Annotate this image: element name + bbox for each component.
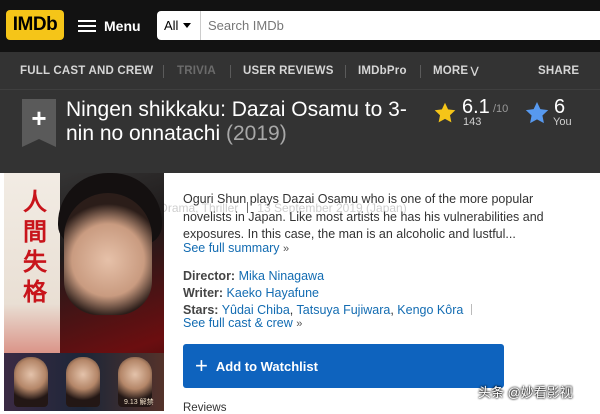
subnav-divider [420, 65, 421, 78]
watermark-text: 头条 @妙看影视 [478, 385, 573, 400]
subnav-divider [345, 65, 346, 78]
stars-row: Stars: Yûdai Chiba, Tatsuya Fujiwara, Ke… [183, 303, 476, 317]
imdb-rating-scale: /10 [493, 103, 509, 115]
stars-divider [470, 304, 472, 315]
director-label: Director: [183, 269, 236, 283]
your-rating-label: You [553, 116, 572, 128]
search-category-select[interactable]: All [157, 11, 201, 40]
director-link[interactable]: Mika Ninagawa [239, 269, 324, 283]
add-to-list-ribbon[interactable]: + [22, 99, 56, 147]
caret-down-icon [183, 23, 192, 28]
subnav-more-label: MORE [433, 65, 469, 77]
chevron-right-icon: » [296, 318, 303, 330]
menu-label: Menu [104, 18, 141, 34]
subnav-divider [230, 65, 231, 78]
add-to-watchlist-button[interactable]: + Add to Watchlist [183, 344, 504, 388]
subnav-trivia-link[interactable]: TRIVIA [177, 65, 216, 77]
imdb-logo[interactable]: IMDb [6, 10, 64, 40]
poster-cast-portrait [14, 357, 48, 407]
search-category-label: All [164, 18, 179, 33]
search-bar: All [157, 11, 600, 40]
director-row: Director: Mika Ninagawa [183, 269, 324, 283]
search-input[interactable] [201, 11, 600, 40]
subnav-share-link[interactable]: SHARE [538, 65, 579, 77]
writer-label: Writer: [183, 286, 224, 300]
plot-summary: Oguri Shun plays Dazai Osamu who is one … [183, 192, 544, 241]
title-header: FULL CAST AND CREW TRIVIA USER REVIEWS I… [0, 52, 600, 215]
plus-ribbon-icon: + [31, 103, 47, 133]
subnav-imdbpro-link[interactable]: IMDbPro [358, 65, 407, 77]
subnav-divider [163, 65, 164, 78]
poster-cast-portrait [66, 357, 100, 407]
reviews-heading[interactable]: Reviews [183, 402, 226, 414]
subnav-user-reviews-link[interactable]: USER REVIEWS [243, 65, 334, 77]
see-full-summary: See full summary » [183, 241, 289, 255]
page-title: Ningen shikkaku: Dazai Osamu to 3-nin no… [66, 98, 426, 146]
subnav-more-link[interactable]: MORE ⋁ [433, 65, 479, 77]
star-link[interactable]: Yûdai Chiba [222, 303, 290, 317]
blue-star-icon[interactable] [524, 100, 550, 126]
see-full-summary-link[interactable]: See full summary [183, 241, 280, 255]
star-link[interactable]: Kengo Kôra [397, 303, 463, 317]
title-year[interactable]: (2019) [226, 122, 287, 145]
menu-button[interactable]: Menu [78, 13, 141, 39]
see-cast-row: See full cast & crew » [183, 316, 302, 330]
movie-poster[interactable]: 人間失格 9.13 解禁 [4, 173, 164, 411]
writer-link[interactable]: Kaeko Hayafune [227, 286, 319, 300]
watchlist-label: Add to Watchlist [215, 358, 318, 374]
plus-icon: + [195, 353, 208, 378]
poster-title-text: 人間失格 [23, 187, 47, 306]
poster-release-text: 9.13 解禁 [124, 399, 154, 406]
chevron-right-icon: » [283, 243, 290, 255]
poster-actor-face [64, 193, 152, 315]
chevron-down-icon: ⋁ [470, 66, 479, 77]
stars-label: Stars: [183, 303, 219, 317]
top-navbar: IMDb Menu All [0, 0, 600, 52]
see-full-cast-link[interactable]: See full cast & crew [183, 316, 293, 330]
subnav-full-cast-link[interactable]: FULL CAST AND CREW [20, 65, 153, 77]
hamburger-icon [78, 19, 96, 33]
star-link[interactable]: Tatsuya Fujiwara [297, 303, 391, 317]
writer-row: Writer: Kaeko Hayafune [183, 286, 319, 300]
star-icon [434, 102, 456, 123]
title-subnav: FULL CAST AND CREW TRIVIA USER REVIEWS I… [0, 52, 600, 90]
rating-count[interactable]: 143 [463, 116, 481, 128]
